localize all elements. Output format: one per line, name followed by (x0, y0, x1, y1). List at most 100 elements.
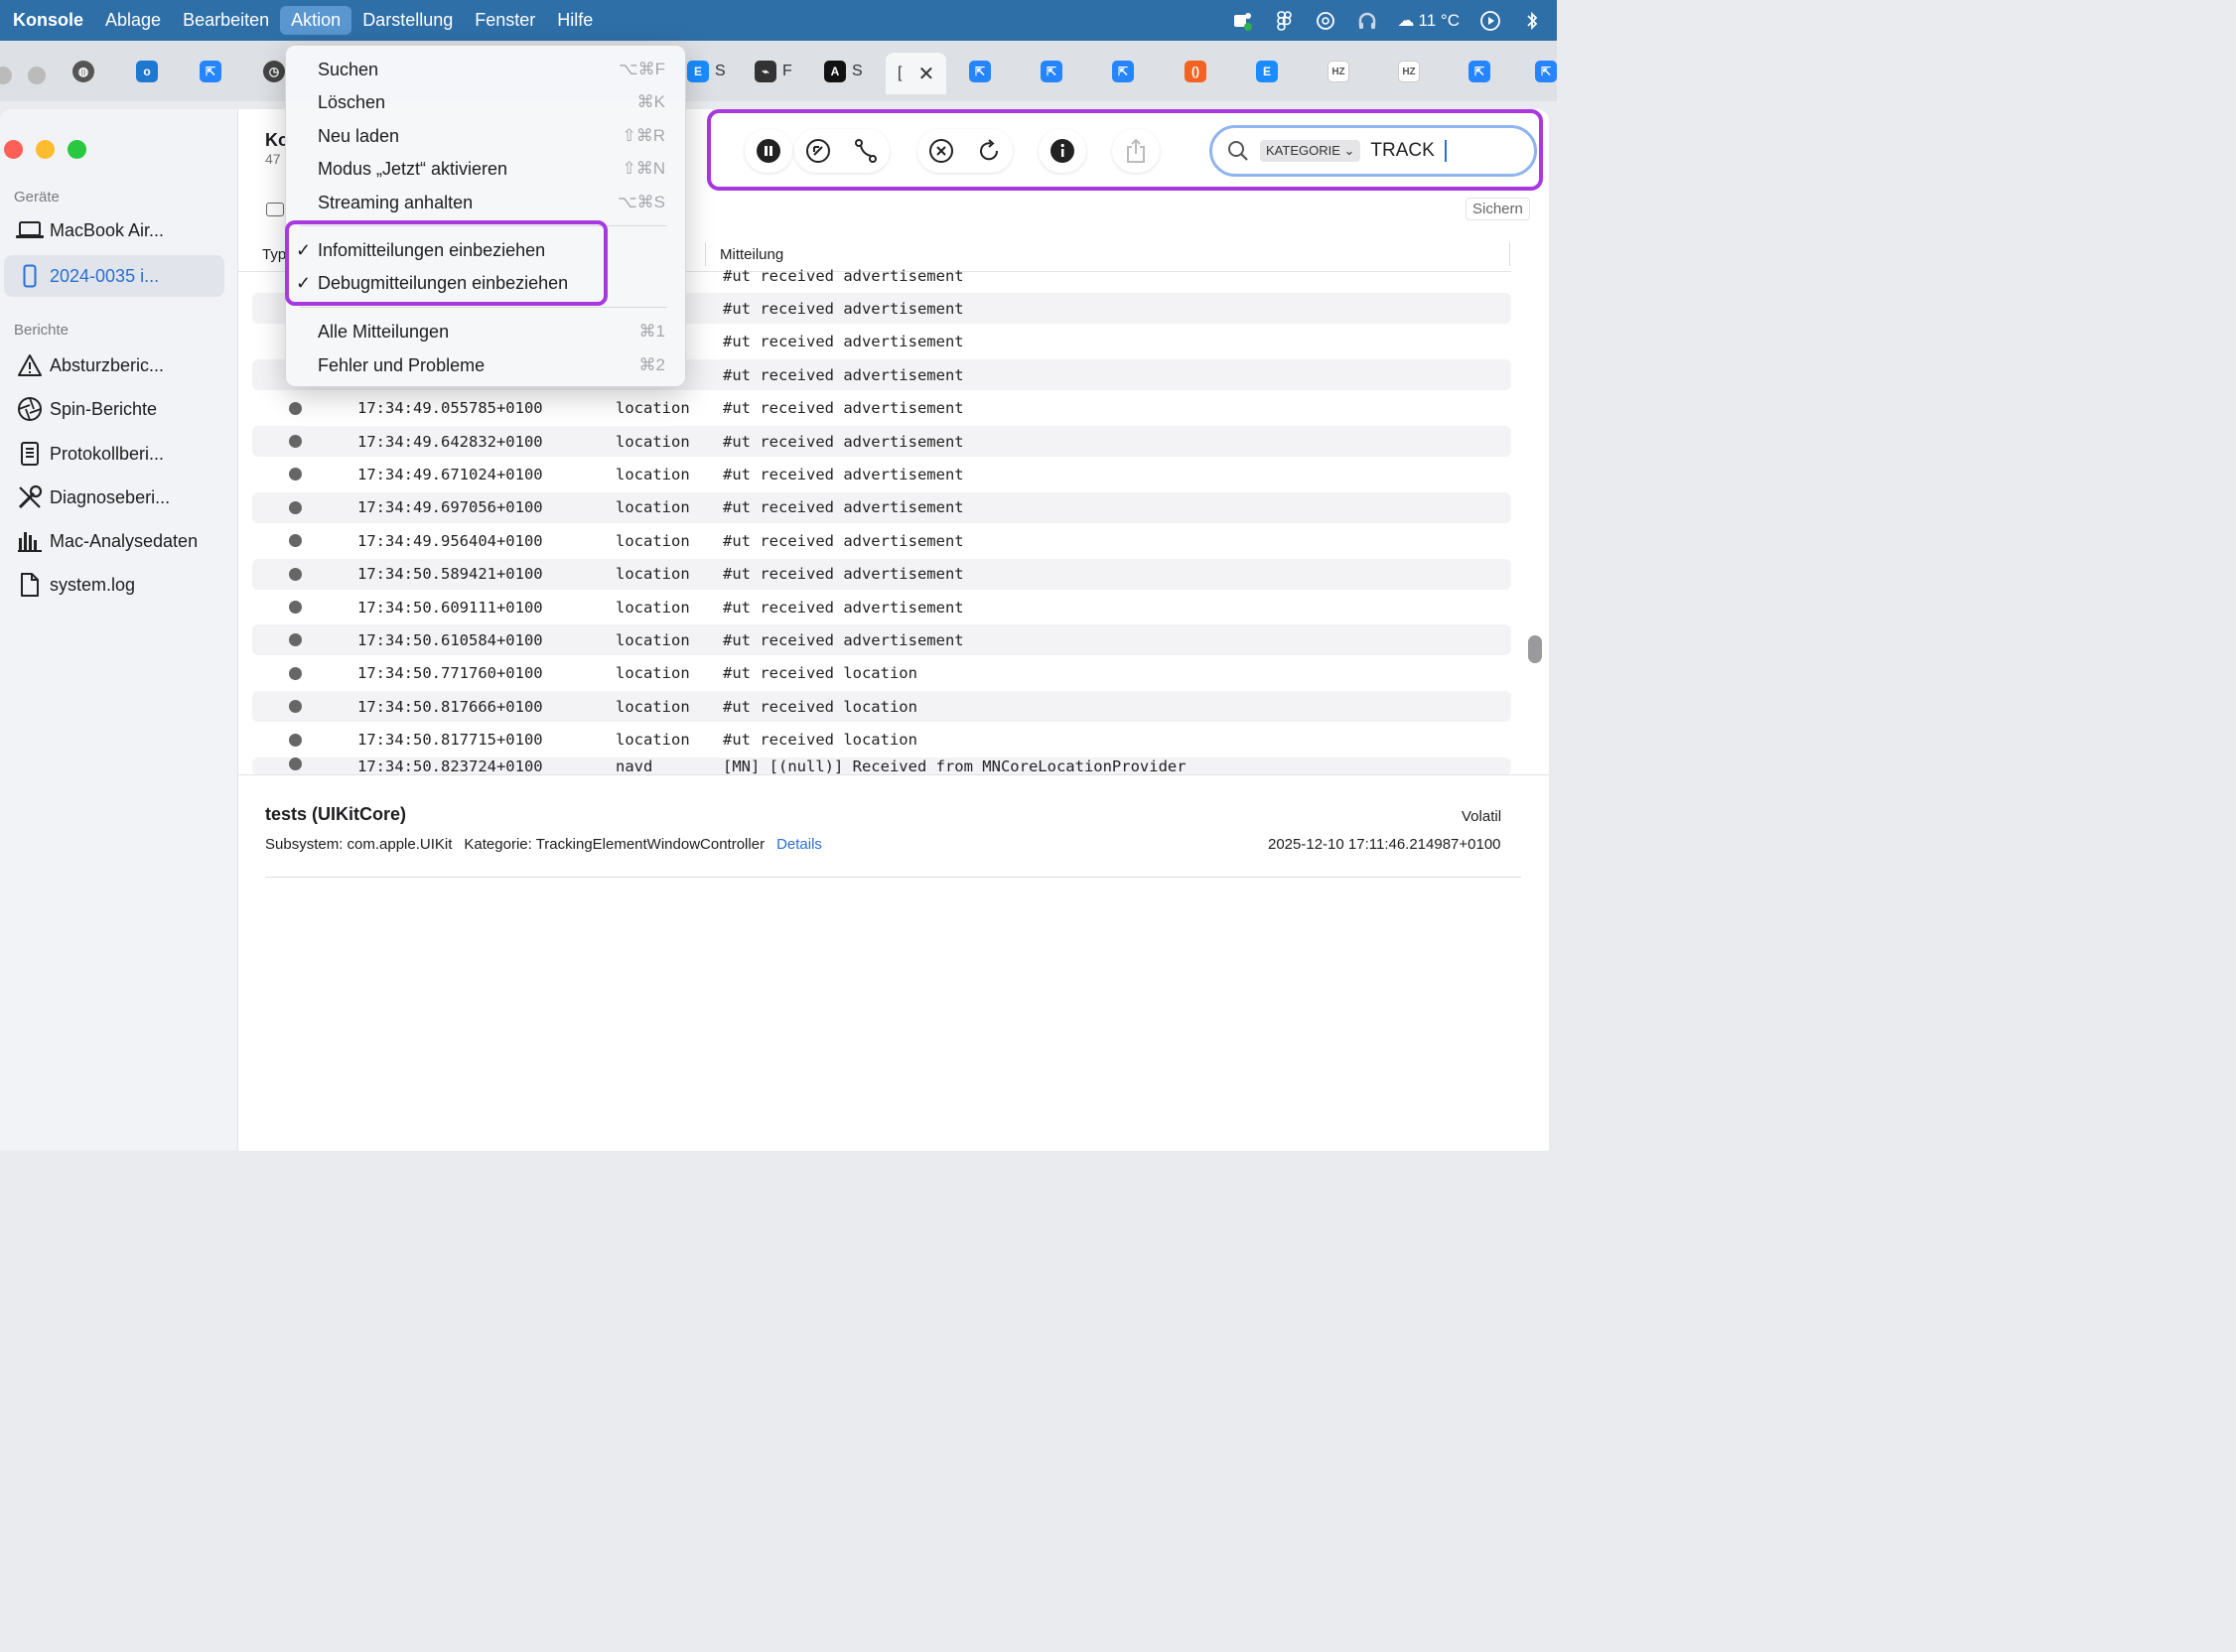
sidebar-item-label: Diagnoseberi... (50, 486, 171, 507)
menu-darstellung[interactable]: Darstellung (351, 6, 464, 35)
menu-item-label: Fehler und Probleme (318, 354, 486, 375)
table-row[interactable]: 17:34:49.956404+0100 location #ut received… (252, 525, 1511, 556)
tab-jira-3[interactable]: ⇱ (1041, 57, 1062, 86)
tab-jira-2[interactable]: ⇱ (969, 57, 991, 86)
log-message: #ut received location (723, 731, 917, 750)
chatgpt-icon[interactable] (1315, 10, 1336, 32)
tab-e-label: S (715, 63, 726, 79)
menu-hilfe[interactable]: Hilfe (546, 6, 604, 35)
log-type-dot (289, 401, 302, 415)
tab-jira[interactable]: ⇱ (200, 57, 221, 86)
vertical-scrollbar[interactable] (1528, 635, 1542, 663)
table-row[interactable]: 17:34:49.055785+0100 location #ut received… (252, 393, 1511, 424)
menu-fenster[interactable]: Fenster (464, 6, 546, 35)
clear-button[interactable] (917, 129, 965, 173)
sidebar-toggle-icon[interactable] (266, 203, 284, 216)
tab-hz[interactable]: HZ (1328, 57, 1349, 86)
table-row[interactable]: 17:34:50.817666+0100 location #ut received… (252, 691, 1511, 723)
f-icon: ⌁ (755, 61, 776, 82)
table-row[interactable]: 17:34:50.610584+0100 location #ut received… (252, 624, 1511, 656)
sidebar-item-system-log[interactable]: system.log (4, 564, 224, 606)
menu-aktion[interactable]: Aktion (280, 6, 352, 35)
play-icon[interactable] (1479, 10, 1501, 32)
menu-item-shortcut: ⇧⌘N (622, 159, 665, 178)
table-row[interactable]: 17:34:50.771760+0100 location #ut received… (252, 658, 1511, 689)
sidebar-item-mac-analytics[interactable]: Mac-Analysedaten (4, 520, 224, 562)
table-row[interactable]: 17:34:50.823724+0100 navd [MN] [(null)] Re… (252, 757, 1511, 775)
search-field[interactable]: KATEGORIE ⌄ TRACK (1209, 125, 1537, 177)
menu-item-neu-laden[interactable]: Neu laden ⇧⌘R (318, 121, 665, 151)
menu-item-alle-mitteilungen[interactable]: Alle Mitteilungen ⌘1 (318, 317, 665, 346)
tab-e[interactable]: ES (687, 57, 726, 86)
sidebar-item-label: Spin-Berichte (50, 398, 158, 419)
split-divider[interactable] (238, 774, 1549, 775)
log-message: #ut received advertisement (723, 266, 964, 285)
table-row[interactable]: 17:34:49.671024+0100 location #ut received… (252, 459, 1511, 489)
menu-item-fehler-probleme[interactable]: Fehler und Probleme ⌘2 (318, 350, 665, 380)
tab-timer[interactable]: ◷ (263, 57, 285, 86)
share-button[interactable] (1112, 129, 1160, 173)
tab-current[interactable]: [✕ (886, 53, 947, 94)
jira-icon: ⇱ (1468, 61, 1490, 82)
tab-globe[interactable]: ◍ (72, 57, 94, 86)
headphones-icon[interactable] (1356, 10, 1378, 32)
sidebar-item-diagnostic-reports[interactable]: Diagnoseberi... (4, 477, 224, 518)
table-row[interactable]: 17:34:50.589421+0100 location #ut received… (252, 558, 1511, 590)
figma-icon[interactable] (1273, 10, 1295, 32)
table-row[interactable]: 17:34:49.697056+0100 location #ut received… (252, 491, 1511, 523)
weather-widget[interactable]: ☁ 11 °C (1398, 10, 1460, 32)
pause-button[interactable] (745, 129, 792, 173)
sidebar-item-label: 2024-0035 i... (50, 265, 160, 286)
reload-button[interactable] (965, 129, 1013, 173)
tab-f[interactable]: ⌁ F (755, 57, 792, 86)
menu-ablage[interactable]: Ablage (94, 6, 172, 35)
sidebar-item-iphone[interactable]: 2024-0035 i... (4, 255, 224, 297)
tab-hz-2[interactable]: HZ (1398, 57, 1420, 86)
search-category-chip[interactable]: KATEGORIE ⌄ (1260, 140, 1361, 162)
table-row[interactable]: 17:34:50.609111+0100 location #ut received… (252, 592, 1511, 622)
tab-orange[interactable]: () (1185, 57, 1206, 86)
tab-a[interactable]: AS (824, 57, 863, 86)
tab-jira-6[interactable]: ⇱ (1535, 57, 1557, 86)
zoom-window-button[interactable] (68, 140, 86, 159)
log-type-dot (289, 567, 302, 581)
log-process: location (616, 531, 690, 550)
tab-outlook[interactable]: o (136, 57, 158, 86)
a-icon: A (824, 61, 846, 82)
table-row[interactable]: 17:34:49.642832+0100 location #ut received… (252, 426, 1511, 457)
info-button[interactable] (1039, 129, 1086, 173)
activities-button[interactable] (794, 129, 842, 173)
tab-e-2[interactable]: E (1256, 57, 1278, 86)
window-controls-faded (0, 61, 46, 90)
menu-item-loeschen[interactable]: Löschen ⌘K (318, 87, 665, 117)
log-message: #ut received location (723, 664, 917, 683)
menu-item-streaming-anhalten[interactable]: Streaming anhalten ⌥⌘S (318, 188, 665, 217)
sidebar-item-macbook[interactable]: MacBook Air... (4, 209, 224, 251)
close-window-button[interactable] (4, 140, 23, 159)
log-message: #ut received advertisement (723, 630, 964, 649)
minimize-window-button[interactable] (36, 140, 55, 159)
log-process: location (616, 697, 690, 716)
toolbar-highlight: KATEGORIE ⌄ TRACK (707, 109, 1543, 191)
tab-jira-5[interactable]: ⇱ (1468, 57, 1490, 86)
teams-icon[interactable] (1231, 10, 1253, 32)
path-button[interactable] (842, 129, 890, 173)
menu-item-modus-jetzt[interactable]: Modus „Jetzt“ aktivieren ⇧⌘N (318, 154, 665, 184)
menu-bearbeiten[interactable]: Bearbeiten (172, 6, 280, 35)
sidebar-item-log-reports[interactable]: Protokollberi... (4, 433, 224, 475)
menu-item-suchen[interactable]: Suchen ⌥⌘F (318, 55, 665, 84)
table-row[interactable]: 17:34:50.817715+0100 location #ut received… (252, 725, 1511, 756)
path-icon (855, 139, 877, 163)
menu-app-name[interactable]: Konsole (2, 6, 94, 35)
log-process: navd (616, 757, 653, 775)
log-type-dot (289, 435, 302, 448)
browser-tab-strip: ◍ o ⇱ ◷ ES ⌁ F AS [✕ ⇱ ⇱ ⇱ () E HZ HZ ⇱ ⇱ (0, 41, 1557, 101)
sidebar-item-spin-reports[interactable]: Spin-Berichte (4, 388, 224, 430)
tab-jira-4[interactable]: ⇱ (1112, 57, 1134, 86)
close-tab-icon[interactable]: ✕ (917, 62, 934, 86)
sidebar-item-crash-reports[interactable]: Absturzberic... (4, 344, 224, 386)
save-search-button[interactable]: Sichern (1466, 198, 1530, 220)
details-link[interactable]: Details (776, 836, 822, 853)
bluetooth-icon[interactable] (1521, 10, 1543, 32)
log-type-dot (289, 733, 302, 747)
